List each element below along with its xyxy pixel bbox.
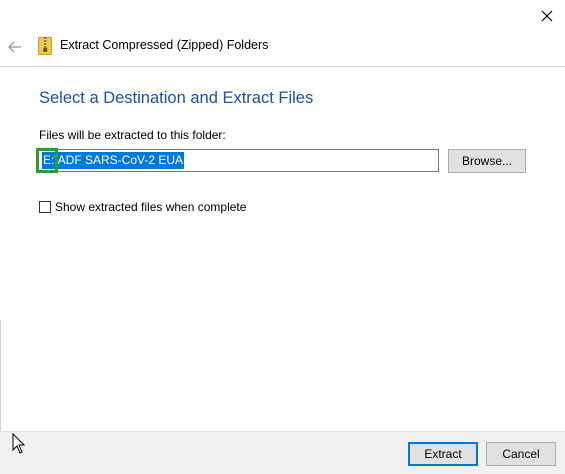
browse-button[interactable]: Browse... [448, 149, 526, 173]
show-files-label[interactable]: Show extracted files when complete [55, 200, 246, 214]
destination-path-input[interactable]: E:\ADF SARS-CoV-2 EUA [38, 149, 439, 172]
footer-bar [0, 431, 565, 474]
mouse-cursor-icon [12, 433, 26, 454]
extract-button[interactable]: Extract [408, 442, 478, 466]
header-divider [0, 66, 565, 67]
close-button[interactable] [530, 2, 564, 30]
zipped-folder-icon [38, 37, 52, 55]
close-icon [541, 10, 553, 22]
window-edge [0, 320, 1, 431]
destination-label: Files will be extracted to this folder: [39, 128, 226, 142]
window-title: Extract Compressed (Zipped) Folders [60, 38, 269, 52]
back-arrow-icon [8, 41, 21, 53]
show-files-option[interactable]: Show extracted files when complete [39, 200, 246, 214]
page-heading: Select a Destination and Extract Files [39, 89, 314, 107]
destination-path-text: E:\ADF SARS-CoV-2 EUA [42, 152, 185, 169]
back-button[interactable] [4, 37, 26, 57]
cancel-button[interactable]: Cancel [486, 442, 556, 466]
extract-wizard-window: Extract Compressed (Zipped) Folders Sele… [0, 0, 565, 474]
show-files-checkbox[interactable] [39, 201, 51, 213]
